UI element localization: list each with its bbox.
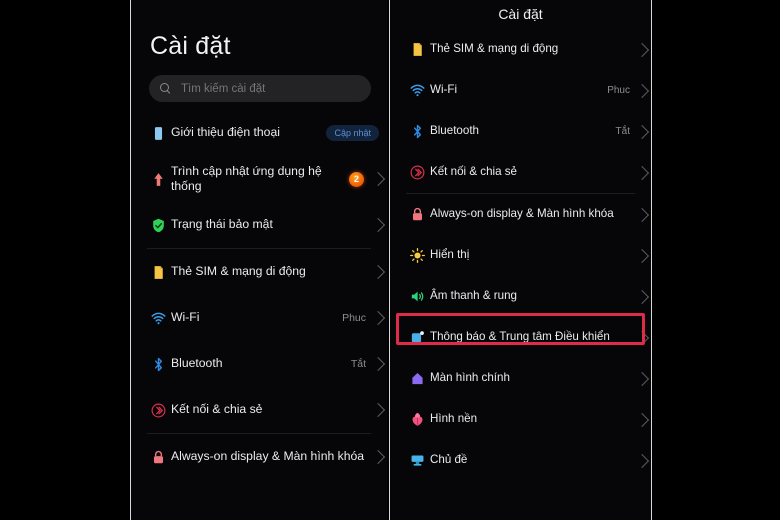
settings-row-label: Trình cập nhật ứng dụng hệ thống (171, 163, 322, 193)
settings-row-label: Bluetooth (171, 356, 223, 371)
brightness-sun-icon (404, 247, 430, 264)
settings-row[interactable]: Trình cập nhật ứng dụng hệ thống 2 (131, 156, 387, 202)
chevron-right-icon (634, 330, 650, 345)
chevron-right-icon (634, 371, 650, 386)
settings-row[interactable]: Giới thiệu điện thoại Cập nhật (131, 110, 387, 156)
sim-card-icon (145, 264, 171, 281)
chevron-right-icon (370, 356, 386, 372)
settings-row-label: Màn hình chính (430, 371, 510, 385)
settings-row-label: Thông báo & Trung tâm Điều khiển (430, 330, 610, 344)
update-badge[interactable]: Cập nhật (326, 125, 379, 141)
page-title-left: Cài đặt (150, 32, 231, 60)
settings-list-right: Thẻ SIM & mạng di động Wi-Fi Phuc Bluetooth… (390, 29, 651, 481)
settings-row[interactable]: Âm thanh & rung (390, 276, 651, 317)
chevron-right-icon (634, 83, 650, 98)
sim-card-icon (404, 41, 430, 58)
count-badge: 2 (349, 171, 364, 187)
page-title-right: Cài đặt (498, 6, 543, 22)
settings-row-label: Kết nối & chia sẻ (430, 165, 518, 179)
settings-row-label: Hình nền (430, 412, 478, 426)
chevron-right-icon (634, 453, 650, 468)
wallpaper-flower-icon (404, 411, 430, 428)
settings-row-value: Phuc (342, 312, 366, 324)
settings-row[interactable]: Trạng thái bảo mật (131, 202, 387, 248)
settings-row-label: Hiển thị (430, 248, 470, 262)
settings-row-value: Tắt (350, 358, 366, 370)
settings-row-label: Trạng thái bảo mật (171, 217, 273, 232)
search-placeholder: Tìm kiếm cài đặt (181, 82, 266, 95)
settings-row[interactable]: Chủ đề (390, 440, 651, 481)
connection-sharing-icon (404, 164, 430, 181)
notification-icon (404, 329, 430, 346)
chevron-right-icon (634, 42, 650, 57)
settings-row-value: Phuc (607, 85, 630, 96)
chevron-right-icon (634, 248, 650, 263)
settings-row[interactable]: Thông báo & Trung tâm Điều khiển (390, 317, 651, 358)
settings-row-label: Chủ đề (430, 453, 468, 467)
settings-row[interactable]: Thẻ SIM & mạng di động (131, 249, 387, 295)
search-input[interactable]: Tìm kiếm cài đặt (149, 75, 371, 102)
chevron-right-icon (634, 207, 650, 222)
search-icon (160, 83, 171, 94)
settings-row[interactable]: Hiển thị (390, 235, 651, 276)
settings-row[interactable]: Kết nối & chia sẻ (131, 387, 387, 433)
settings-row[interactable]: Wi-Fi Phuc (131, 295, 387, 341)
system-update-arrow-icon (145, 171, 171, 188)
wifi-icon (404, 82, 430, 99)
sound-speaker-icon (404, 288, 430, 305)
chevron-right-icon (370, 264, 386, 280)
security-shield-icon (145, 217, 171, 234)
settings-row-label: Âm thanh & rung (430, 289, 518, 303)
chevron-right-icon (634, 289, 650, 304)
settings-row-label: Bluetooth (430, 124, 479, 138)
bluetooth-icon (145, 356, 171, 373)
wifi-icon (145, 310, 171, 327)
home-screen-icon (404, 370, 430, 387)
phone-icon (145, 125, 171, 142)
settings-row[interactable]: Hình nền (390, 399, 651, 440)
settings-row-label: Giới thiệu điện thoại (171, 125, 280, 140)
settings-row[interactable]: Kết nối & chia sẻ (390, 152, 651, 193)
settings-row-label: Thẻ SIM & mạng di động (430, 42, 559, 56)
theme-icon (404, 452, 430, 469)
lock-icon (145, 449, 171, 466)
settings-panel-left: Cài đặt Tìm kiếm cài đặt Giới thiệu điện… (130, 0, 387, 520)
settings-list-left: Giới thiệu điện thoại Cập nhật Trình cập n… (131, 110, 387, 480)
chevron-right-icon (634, 412, 650, 427)
settings-row-label: Kết nối & chia sẻ (171, 402, 263, 417)
screenshot-canvas: Cài đặt Tìm kiếm cài đặt Giới thiệu điện… (0, 0, 780, 520)
chevron-right-icon (370, 402, 386, 418)
lock-icon (404, 206, 430, 223)
chevron-right-icon (370, 449, 386, 465)
settings-row-label: Wi-Fi (430, 83, 458, 97)
chevron-right-icon (370, 217, 386, 233)
settings-row-label: Wi-Fi (171, 310, 200, 325)
settings-row-label: Always-on display & Màn hình khóa (430, 207, 614, 221)
chevron-right-icon (634, 124, 650, 139)
settings-row-label: Thẻ SIM & mạng di động (171, 264, 306, 279)
bluetooth-icon (404, 123, 430, 140)
settings-row[interactable]: Bluetooth Tắt (390, 111, 651, 152)
settings-row[interactable]: Bluetooth Tắt (131, 341, 387, 387)
settings-row[interactable]: Wi-Fi Phuc (390, 70, 651, 111)
settings-row[interactable]: Thẻ SIM & mạng di động (390, 29, 651, 70)
chevron-right-icon (370, 171, 386, 187)
settings-row[interactable]: Always-on display & Màn hình khóa (131, 434, 387, 480)
settings-row-label: Always-on display & Màn hình khóa (171, 449, 365, 464)
chevron-right-icon (370, 310, 386, 326)
settings-panel-right: Cài đặt Thẻ SIM & mạng di động Wi-Fi Phuc B… (389, 0, 652, 520)
chevron-right-icon (634, 165, 650, 180)
settings-row[interactable]: Always-on display & Màn hình khóa (390, 194, 651, 235)
settings-row[interactable]: Màn hình chính (390, 358, 651, 399)
connection-sharing-icon (145, 402, 171, 419)
settings-row-value: Tắt (615, 126, 630, 137)
